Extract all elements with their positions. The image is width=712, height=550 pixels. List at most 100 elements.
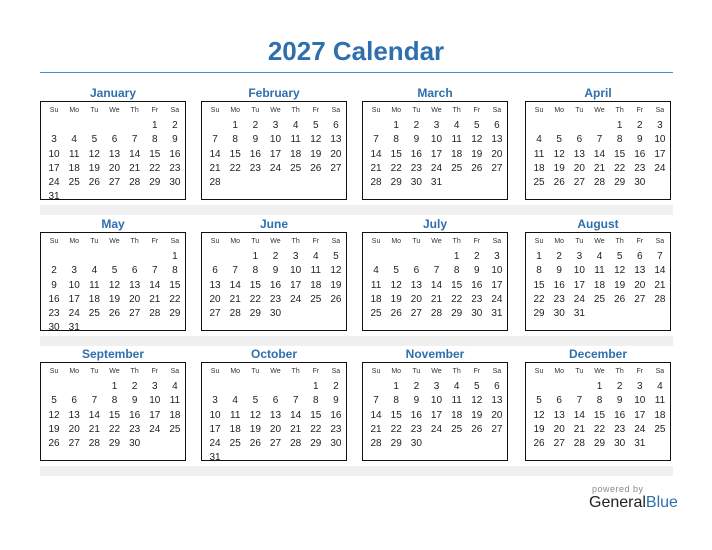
weekday-label: Sa bbox=[331, 238, 341, 245]
day-cell: 3 bbox=[292, 251, 299, 262]
day-cell: 30 bbox=[48, 322, 60, 334]
month-grid: Su Mo Tu We Th Fr Sa 1 2 3 4 5 6 7 8 9 10 11 12 13 14 15 16 17 1… bbox=[362, 232, 508, 331]
empty-day-cell bbox=[145, 321, 165, 335]
empty-day-cell bbox=[125, 451, 145, 465]
weekday-header: Su Mo Tu We Th Fr Sa bbox=[366, 236, 507, 250]
day-cell: 13 bbox=[330, 134, 342, 146]
day-cell: 4 bbox=[453, 381, 460, 392]
weekday-header: Su Mo Tu We Th Fr Sa bbox=[205, 236, 346, 250]
weekday-label: Tu bbox=[412, 107, 421, 114]
weekday-label: Tu bbox=[251, 107, 260, 114]
day-cell: 15 bbox=[108, 409, 121, 421]
empty-day-cell bbox=[569, 321, 589, 335]
day-cell: 11 bbox=[451, 395, 462, 407]
day-cell: 9 bbox=[616, 395, 623, 407]
day-cell: 29 bbox=[614, 177, 626, 189]
day-cell: 27 bbox=[491, 162, 503, 174]
weekday-label: Sa bbox=[492, 238, 502, 245]
day-cell: 13 bbox=[108, 148, 121, 160]
week-row: 12 bbox=[205, 380, 346, 394]
day-cell: 3 bbox=[71, 265, 77, 277]
day-cell: 31 bbox=[48, 191, 60, 203]
weekday-label: Th bbox=[291, 368, 300, 375]
day-cell: 26 bbox=[614, 293, 626, 305]
empty-day-cell bbox=[225, 176, 245, 190]
day-cell: 18 bbox=[593, 279, 606, 291]
week-row: 15 16 17 18 19 20 21 bbox=[529, 279, 670, 293]
day-cell: 16 bbox=[48, 293, 60, 305]
generalblue-logo[interactable]: GeneralBlue bbox=[589, 494, 678, 512]
day-cell: 6 bbox=[413, 265, 420, 277]
day-cell: 7 bbox=[657, 251, 663, 262]
weekday-label: Su bbox=[49, 368, 59, 375]
day-cell: 17 bbox=[491, 279, 503, 291]
day-cell: 3 bbox=[433, 381, 440, 392]
empty-day-cell bbox=[366, 321, 386, 335]
weekday-label: Sa bbox=[655, 368, 665, 375]
week-row: 18 19 20 21 22 23 24 bbox=[366, 293, 507, 307]
day-cell: 9 bbox=[172, 134, 178, 146]
day-cell: 26 bbox=[48, 438, 60, 450]
empty-day-cell bbox=[386, 321, 406, 335]
day-cell: 26 bbox=[249, 438, 261, 450]
day-cell: 3 bbox=[433, 120, 440, 131]
empty-day-cell bbox=[125, 250, 145, 264]
week-row: 28 29 30 bbox=[366, 437, 507, 451]
empty-day-cell bbox=[265, 190, 285, 204]
weekday-label: Tu bbox=[412, 238, 421, 245]
day-cell: 10 bbox=[290, 265, 302, 277]
week-row: 9 10 11 12 13 14 15 bbox=[44, 279, 185, 293]
day-cell: 11 bbox=[370, 279, 382, 291]
week-row bbox=[205, 190, 346, 204]
day-cell: 20 bbox=[410, 293, 422, 305]
day-cell: 22 bbox=[169, 293, 181, 305]
day-cell: 16 bbox=[410, 148, 422, 160]
day-cell: 25 bbox=[229, 438, 241, 450]
week-row bbox=[529, 321, 670, 335]
weekday-label: Th bbox=[615, 238, 624, 245]
day-cell: 24 bbox=[269, 162, 282, 174]
empty-day-cell bbox=[610, 190, 630, 204]
day-cell: 20 bbox=[330, 148, 342, 160]
empty-day-cell bbox=[589, 119, 609, 133]
day-cell: 30 bbox=[330, 438, 342, 450]
day-cell: 12 bbox=[310, 134, 322, 146]
month-grid: Su Mo Tu We Th Fr Sa 1 2 3 4 5 6 7 8 9 10 11 12 13 14 15 16 17 1… bbox=[525, 101, 671, 200]
month-name: October bbox=[250, 347, 297, 361]
empty-day-cell bbox=[306, 176, 326, 190]
month-name: December bbox=[568, 347, 628, 361]
week-row: 4 5 6 7 8 9 10 bbox=[366, 264, 507, 278]
weekday-label: Mo bbox=[391, 107, 402, 114]
empty-day-cell bbox=[225, 451, 245, 465]
weekday-label: Su bbox=[534, 107, 544, 114]
weekday-label: Mo bbox=[69, 107, 80, 114]
empty-day-cell bbox=[549, 380, 569, 394]
day-cell: 17 bbox=[654, 148, 666, 160]
day-cell: 14 bbox=[370, 409, 382, 421]
day-cell: 9 bbox=[51, 279, 57, 291]
day-cell: 5 bbox=[473, 381, 480, 392]
empty-day-cell bbox=[589, 190, 609, 204]
week-row: 1 2 3 4 bbox=[529, 380, 670, 394]
empty-day-cell bbox=[366, 250, 386, 264]
day-cell: 29 bbox=[533, 308, 545, 320]
week-row: 28 bbox=[205, 176, 346, 190]
day-cell: 18 bbox=[68, 162, 80, 174]
day-cell: 25 bbox=[68, 177, 80, 189]
day-cell: 29 bbox=[451, 308, 463, 320]
day-cell: 27 bbox=[330, 162, 342, 174]
week-row: 31 bbox=[205, 451, 346, 465]
empty-day-cell bbox=[286, 451, 306, 465]
week-row: 30 31 bbox=[44, 321, 185, 335]
day-cell: 25 bbox=[310, 293, 322, 305]
day-cell: 12 bbox=[533, 409, 545, 421]
day-cell: 21 bbox=[370, 162, 382, 174]
day-cell: 30 bbox=[634, 177, 646, 189]
brand-general: General bbox=[589, 494, 646, 511]
empty-day-cell bbox=[447, 437, 467, 451]
weekday-label: Th bbox=[615, 368, 624, 375]
empty-day-cell bbox=[549, 190, 569, 204]
week-row: 25 26 27 28 29 30 31 bbox=[366, 307, 507, 321]
day-cell: 18 bbox=[290, 148, 302, 160]
month-grid: Su Mo Tu We Th Fr Sa 1 2 3 4 5 6 7 8 9 10 11 12 13 14 15 16 17 1… bbox=[40, 101, 186, 202]
